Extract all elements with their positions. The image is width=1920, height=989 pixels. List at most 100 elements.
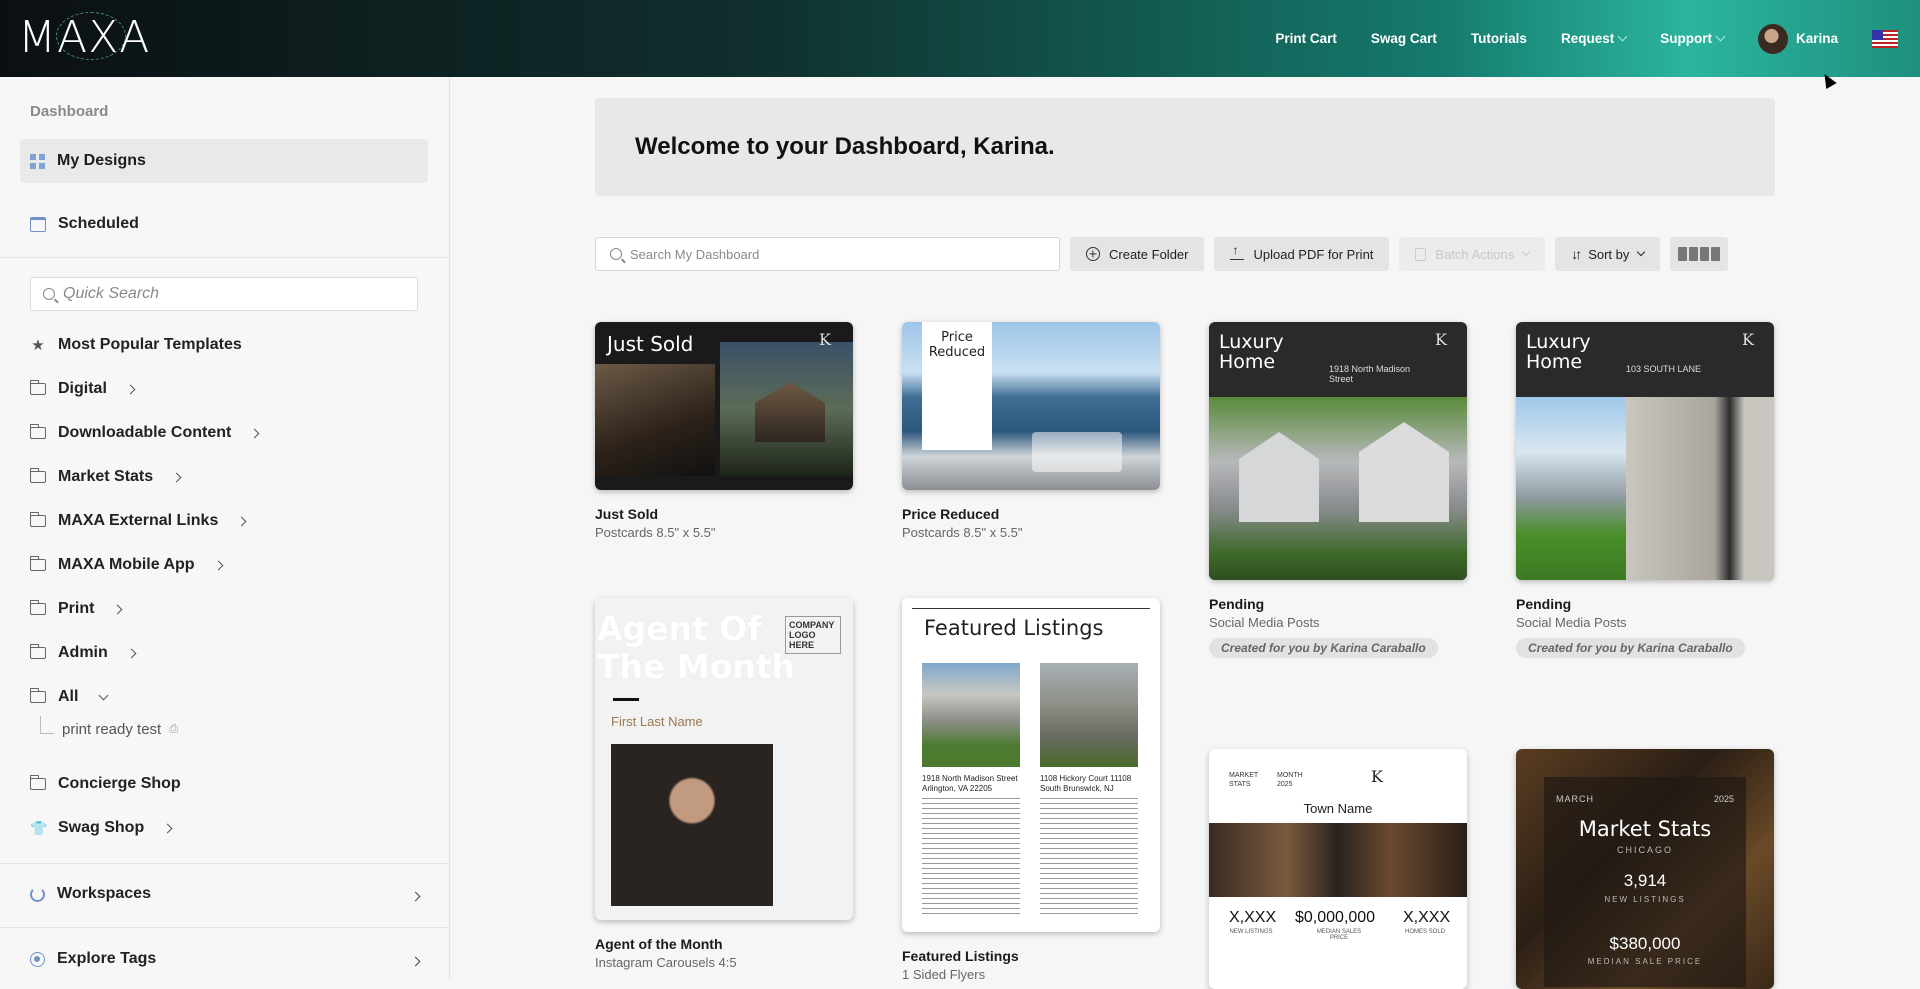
tag-icon [30, 951, 45, 967]
design-card-just-sold[interactable]: Just Sold K Just Sold Postcards 8.5" x 5… [595, 322, 853, 540]
chevron-right-icon [171, 472, 182, 482]
sort-by-button[interactable]: ↓↑ Sort by [1555, 237, 1661, 271]
chevron-down-icon [1715, 31, 1726, 42]
stat-value: $0,000,000 [1295, 909, 1376, 926]
folder-icon [30, 380, 46, 395]
sidebar-item-label: Explore Tags [57, 950, 157, 967]
card-title: Just Sold [595, 506, 659, 522]
stat-label: NEW LISTINGS [1604, 895, 1686, 904]
stat-value: X,XXX [1403, 909, 1451, 926]
star-icon: ★ [31, 337, 45, 354]
sidebar-item-external-links[interactable]: MAXA External Links [30, 512, 247, 530]
chevron-right-icon [236, 516, 247, 526]
maxa-logo[interactable]: MAXA [18, 12, 150, 63]
brand-k-logo: K [1371, 767, 1383, 786]
folder-open-icon [30, 688, 46, 703]
chevron-right-icon [162, 823, 173, 833]
stat-value: X,XXX [1229, 909, 1277, 926]
nav-tutorials[interactable]: Tutorials [1471, 31, 1527, 46]
quick-search-input[interactable]: Quick Search [30, 277, 418, 311]
stat-label: NEW LISTINGS [1229, 929, 1273, 935]
thumbnail-address: 103 SOUTH LANE [1626, 364, 1702, 374]
sidebar-item-label: Print [58, 600, 95, 617]
sidebar-item-scheduled[interactable]: Scheduled [30, 215, 139, 233]
sidebar-item-label: All [58, 688, 79, 705]
sidebar-subitem-print-ready-test[interactable]: print ready test ⎙ [40, 715, 178, 738]
sidebar-section-label: Dashboard [30, 103, 109, 120]
sort-icon: ↓↑ [1571, 246, 1582, 262]
rule-line [912, 608, 1150, 609]
design-card-market-stats[interactable]: MARCH 2025 Market Stats CHICAGO 3,914 NE… [1516, 749, 1774, 989]
search-icon [43, 288, 55, 300]
us-flag-icon[interactable] [1872, 29, 1898, 48]
nav-support[interactable]: Support [1660, 31, 1726, 46]
listing-address: 1918 North Madison Street [922, 774, 1018, 783]
design-thumbnail[interactable]: Just Sold K [595, 322, 853, 490]
sidebar-item-digital[interactable]: Digital [30, 380, 136, 398]
sidebar-item-my-designs[interactable]: My Designs [20, 139, 428, 183]
quick-search-placeholder: Quick Search [63, 285, 160, 302]
sidebar-item-print[interactable]: Print [30, 600, 123, 618]
sidebar-item-swag-shop[interactable]: 👕 Swag Shop [30, 819, 173, 837]
sidebar-item-market-stats[interactable]: Market Stats [30, 468, 182, 486]
thumbnail-header-date: MONTH 2025 [1277, 772, 1303, 788]
chevron-right-icon [126, 648, 137, 658]
agent-photo [611, 744, 773, 906]
sidebar-item-concierge-shop[interactable]: Concierge Shop [30, 775, 181, 793]
tree-connector [40, 715, 54, 734]
sidebar-item-mobile-app[interactable]: MAXA Mobile App [30, 556, 224, 574]
nav-request[interactable]: Request [1561, 31, 1628, 46]
design-thumbnail[interactable]: Luxury Home 1918 North Madison Street K [1209, 322, 1467, 580]
design-card-price-reduced[interactable]: Price Reduced Price Reduced Postcards 8.… [902, 322, 1160, 540]
design-card-pending-1[interactable]: Luxury Home 1918 North Madison Street K … [1209, 322, 1467, 658]
design-thumbnail[interactable]: Luxury Home 103 SOUTH LANE K [1516, 322, 1774, 580]
thumbnail-title: Just Sold [607, 332, 694, 356]
card-title: Pending [1209, 596, 1265, 612]
nav-swag-cart[interactable]: Swag Cart [1371, 31, 1437, 46]
batch-actions-button[interactable]: Batch Actions [1399, 237, 1546, 271]
design-thumbnail[interactable]: MARCH 2025 Market Stats CHICAGO 3,914 NE… [1516, 749, 1774, 989]
welcome-banner: Welcome to your Dashboard, Karina. [595, 98, 1775, 196]
design-card-featured-listings[interactable]: Featured Listings 1918 North Madison Str… [902, 598, 1160, 982]
listing-city: South Brunswick, NJ [1040, 784, 1114, 793]
design-card-town-name[interactable]: MARKET STATS MONTH 2025 K Town Name X,XX… [1209, 749, 1467, 989]
card-subtitle: Instagram Carousels 4:5 [595, 955, 737, 970]
view-column-icon [1700, 247, 1710, 261]
sidebar-item-most-popular[interactable]: ★ Most Popular Templates [30, 336, 241, 354]
thumbnail-title: Market Stats [1578, 817, 1712, 841]
company-logo-placeholder: COMPANY LOGO HERE [785, 616, 841, 654]
design-thumbnail[interactable]: Price Reduced [902, 322, 1160, 490]
sidebar-item-label: Downloadable Content [58, 424, 232, 441]
chevron-right-icon[interactable] [410, 956, 421, 967]
sidebar-item-downloadable[interactable]: Downloadable Content [30, 424, 260, 442]
design-thumbnail[interactable]: Agent Of The Month COMPANY LOGO HERE Fir… [595, 598, 853, 920]
nav-print-cart[interactable]: Print Cart [1275, 31, 1337, 46]
top-nav: Print Cart Swag Cart Tutorials Request S… [1275, 0, 1920, 77]
folder-icon [30, 424, 46, 439]
user-menu[interactable]: Karina [1757, 23, 1846, 54]
workspaces-icon [30, 886, 45, 902]
grid-icon [30, 153, 45, 169]
card-subtitle: Social Media Posts [1516, 615, 1627, 630]
copy-icon [1415, 247, 1427, 261]
design-card-pending-2[interactable]: Luxury Home 103 SOUTH LANE K Pending Soc… [1516, 322, 1774, 658]
view-toggle-button[interactable] [1670, 237, 1729, 271]
chevron-right-icon[interactable] [410, 891, 421, 902]
card-subtitle: Postcards 8.5" x 5.5" [902, 525, 1023, 540]
listing-description-text [922, 798, 1020, 916]
listing-photo [922, 663, 1020, 767]
design-thumbnail[interactable]: Featured Listings 1918 North Madison Str… [902, 598, 1160, 932]
sidebar-item-all[interactable]: All [30, 688, 109, 706]
design-thumbnail[interactable]: MARKET STATS MONTH 2025 K Town Name X,XX… [1209, 749, 1467, 989]
sidebar-item-admin[interactable]: Admin [30, 644, 137, 662]
thumbnail-title: Featured Listings [924, 616, 1104, 640]
calendar-icon [30, 216, 46, 232]
view-column-icon [1689, 247, 1699, 261]
sidebar-item-workspaces[interactable]: Workspaces [30, 885, 151, 903]
upload-pdf-button[interactable]: Upload PDF for Print [1214, 237, 1390, 271]
design-card-agent-of-month[interactable]: Agent Of The Month COMPANY LOGO HERE Fir… [595, 598, 853, 970]
create-folder-button[interactable]: Create Folder [1070, 237, 1205, 271]
sidebar-item-label: Market Stats [58, 468, 154, 485]
sidebar-item-explore-tags[interactable]: Explore Tags [30, 950, 156, 968]
dashboard-search-input[interactable]: Search My Dashboard [595, 237, 1060, 271]
